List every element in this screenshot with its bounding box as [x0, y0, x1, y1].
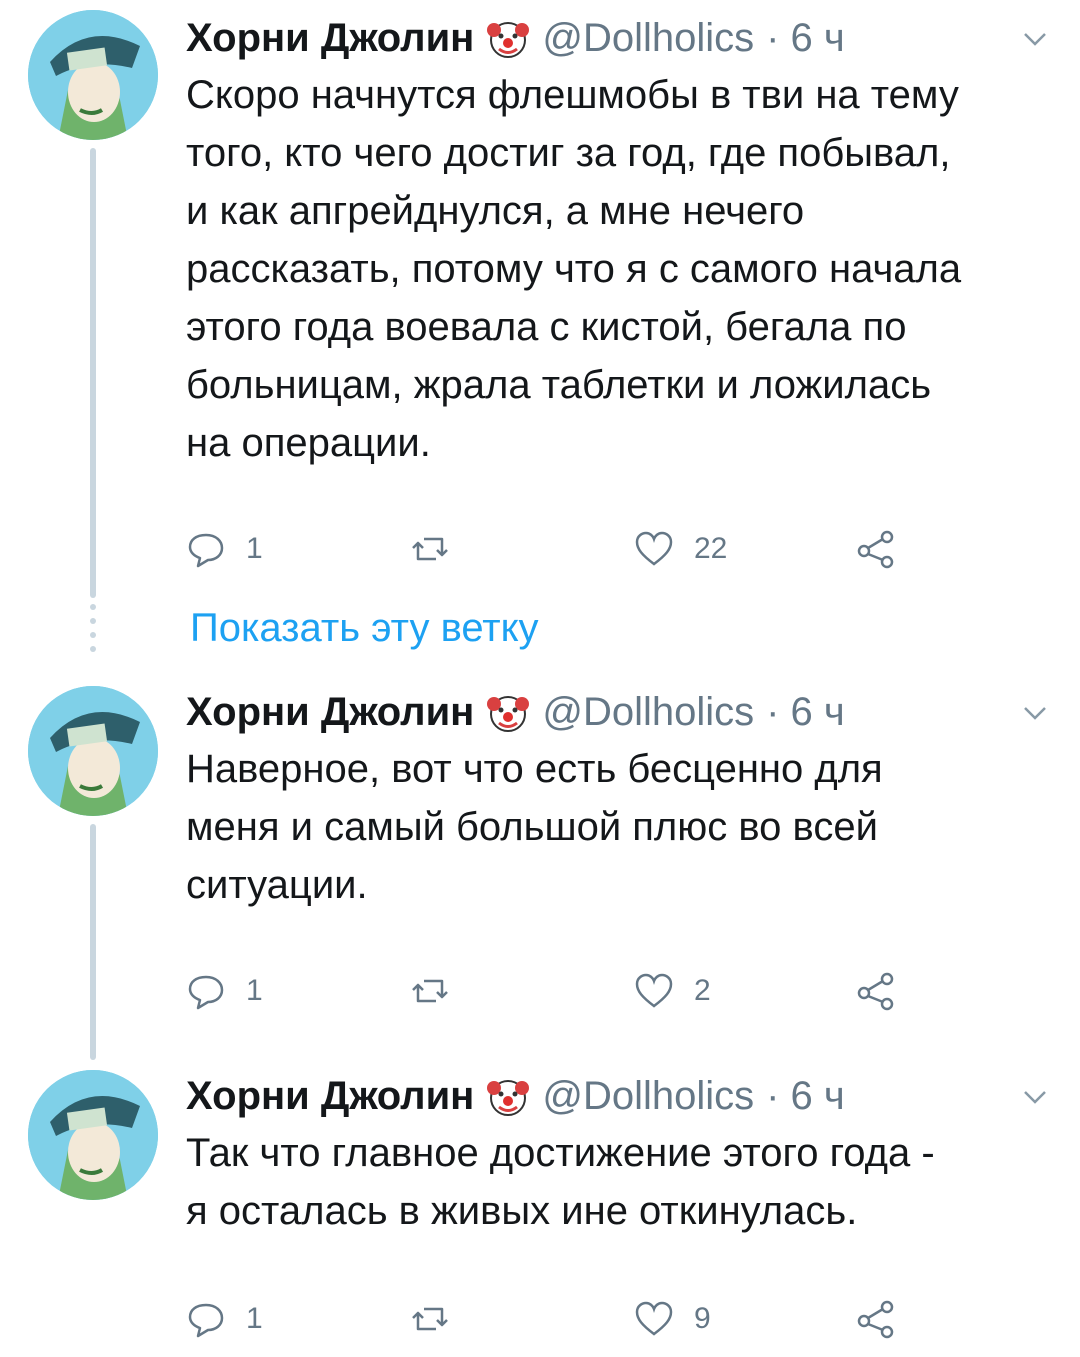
tweet-actions: 1 2 [186, 968, 946, 1014]
tweet-actions: 1 22 [186, 526, 946, 572]
show-thread-link[interactable]: Показать эту ветку [190, 606, 539, 651]
like-button[interactable]: 22 [634, 526, 727, 572]
retweet-button[interactable] [410, 1296, 450, 1342]
tweet-header: Хорни Джолин @Dollholics · 6 ч [186, 12, 845, 64]
share-icon [857, 1300, 894, 1339]
tweet-text: Скоро начнутся флешмобы в тви на тему то… [186, 73, 962, 465]
reply-button[interactable]: 1 [186, 1296, 263, 1342]
share-icon [857, 530, 894, 569]
clown-face-emoji-icon [486, 16, 530, 60]
tweet-time: · 6 ч [766, 1073, 845, 1118]
avatar[interactable] [28, 686, 158, 816]
reply-icon [188, 1303, 224, 1338]
author-handle[interactable]: @Dollholics [542, 1074, 754, 1119]
reply-count: 1 [246, 532, 263, 565]
chevron-down-icon[interactable] [1020, 24, 1050, 54]
author-name[interactable]: Хорни Джолин [186, 690, 474, 735]
like-count: 9 [694, 1302, 711, 1335]
share-button[interactable] [856, 1296, 896, 1342]
clown-face-emoji-icon [486, 1074, 530, 1118]
author-name[interactable]: Хорни Джолин [186, 16, 474, 61]
reply-button[interactable]: 1 [186, 526, 263, 572]
avatar-image [28, 1070, 158, 1200]
reply-icon [188, 975, 224, 1010]
retweet-button[interactable] [410, 526, 450, 572]
share-button[interactable] [856, 526, 896, 572]
chevron-down-icon[interactable] [1020, 698, 1050, 728]
author-handle[interactable]: @Dollholics [542, 16, 754, 61]
clown-face-emoji-icon [486, 690, 530, 734]
retweet-icon [412, 1307, 448, 1331]
author-name[interactable]: Хорни Джолин [186, 1074, 474, 1119]
retweet-button[interactable] [410, 968, 450, 1014]
tweet-text: Наверное, вот что есть бесценно для меня… [186, 747, 883, 907]
like-icon [635, 973, 673, 1008]
avatar[interactable] [28, 1070, 158, 1200]
avatar[interactable] [28, 10, 158, 140]
author-handle[interactable]: @Dollholics [542, 690, 754, 735]
avatar-image [28, 10, 158, 140]
like-icon [635, 1301, 673, 1336]
like-count: 2 [694, 974, 711, 1007]
share-icon [857, 972, 894, 1011]
retweet-icon [412, 537, 448, 561]
thread-line [90, 824, 96, 1060]
like-button[interactable]: 9 [634, 1296, 711, 1342]
reply-count: 1 [246, 1302, 263, 1335]
tweet-header: Хорни Джолин @Dollholics · 6 ч [186, 686, 845, 738]
thread-line [90, 148, 96, 598]
thread-gap-dots [90, 604, 96, 660]
tweet-text: Так что главное достижение этого года - … [186, 1131, 935, 1233]
reply-count: 1 [246, 974, 263, 1007]
reply-button[interactable]: 1 [186, 968, 263, 1014]
avatar-image [28, 686, 158, 816]
tweet-header: Хорни Джолин @Dollholics · 6 ч [186, 1070, 845, 1122]
retweet-icon [412, 979, 448, 1003]
share-button[interactable] [856, 968, 896, 1014]
chevron-down-icon[interactable] [1020, 1082, 1050, 1112]
tweet-actions: 1 9 [186, 1296, 946, 1342]
tweet-time: · 6 ч [766, 15, 845, 60]
reply-icon [188, 533, 224, 568]
tweet-time: · 6 ч [766, 689, 845, 734]
like-count: 22 [694, 532, 728, 565]
like-icon [635, 531, 673, 566]
like-button[interactable]: 2 [634, 968, 711, 1014]
